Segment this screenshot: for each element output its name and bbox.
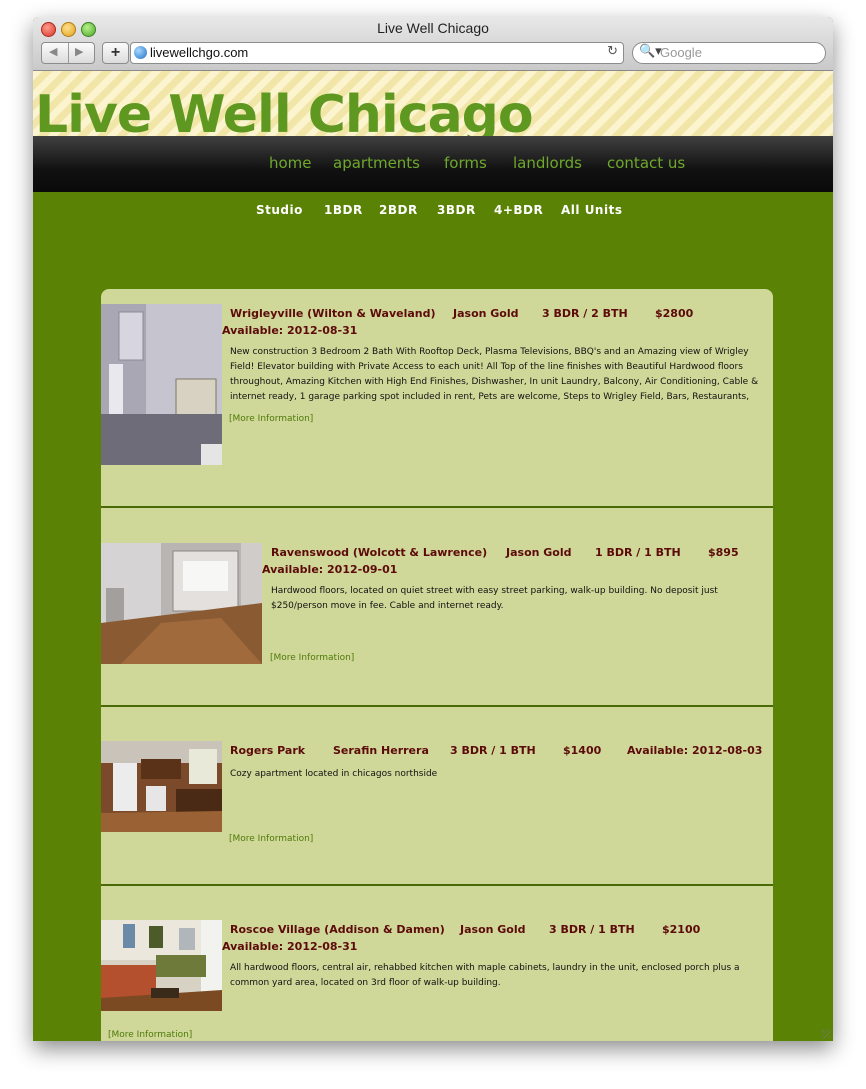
listing-photo[interactable]	[101, 741, 222, 832]
listings-panel: Wrigleyville (Wilton & Waveland) Jason G…	[101, 289, 773, 1041]
add-bookmark-button[interactable]: +	[102, 42, 129, 64]
window-title: Live Well Chicago	[377, 20, 489, 36]
listing-location: Wrigleyville (Wilton & Waveland)	[230, 307, 436, 320]
listing-item: Roscoe Village (Addison & Damen) Jason G…	[101, 886, 773, 1041]
divider	[68, 43, 69, 63]
listing-description: Hardwood floors, located on quiet street…	[271, 586, 718, 611]
listing-item: Rogers Park Serafin Herrera 3 BDR / 1 BT…	[101, 707, 773, 884]
listing-agent: Jason Gold	[460, 923, 526, 936]
more-information-link[interactable]: [More Information]	[229, 834, 313, 844]
more-information-link[interactable]: [More Information]	[270, 653, 354, 663]
browser-toolbar: Live Well Chicago ◀ ▶ + livewellchgo.com…	[33, 17, 833, 71]
listing-photo[interactable]	[101, 304, 222, 465]
listing-item: Wrigleyville (Wilton & Waveland) Jason G…	[101, 289, 773, 507]
listing-available: Available: 2012-08-31	[222, 324, 358, 337]
listing-price: $1400	[563, 744, 602, 757]
search-field[interactable]: 🔍▾ Google	[632, 42, 826, 64]
listing-agent: Jason Gold	[506, 546, 572, 559]
filter-studio-link[interactable]: Studio	[256, 203, 303, 217]
url-text[interactable]: livewellchgo.com	[150, 45, 248, 60]
listing-location: Ravenswood (Wolcott & Lawrence)	[271, 546, 488, 559]
listing-description: All hardwood floors, central air, rehabb…	[230, 963, 740, 988]
history-buttons: ◀ ▶	[41, 42, 95, 64]
search-placeholder: Google	[660, 45, 702, 60]
listing-layout: 3 BDR / 2 BTH	[542, 307, 628, 320]
site-banner: Live Well Chicago	[33, 71, 833, 136]
more-information-link[interactable]: [More Information]	[229, 414, 313, 424]
reload-icon[interactable]: ↻	[607, 44, 618, 59]
more-information-link[interactable]: [More Information]	[108, 1030, 192, 1040]
forward-button[interactable]: ▶	[75, 45, 83, 58]
nav-home-link[interactable]: home	[269, 154, 312, 172]
filter-3bdr-link[interactable]: 3BDR	[437, 203, 476, 217]
listing-layout: 3 BDR / 1 BTH	[549, 923, 635, 936]
listing-layout: 1 BDR / 1 BTH	[595, 546, 681, 559]
listing-available: Available: 2012-08-31	[222, 940, 358, 953]
listing-location: Rogers Park	[230, 744, 306, 757]
listing-layout: 3 BDR / 1 BTH	[450, 744, 536, 757]
listing-description: Cozy apartment located in chicagos north…	[230, 769, 438, 779]
listing-price: $2800	[655, 307, 694, 320]
listing-photo[interactable]	[101, 543, 262, 664]
listing-price: $2100	[662, 923, 701, 936]
listing-price: $895	[708, 546, 739, 559]
listing-item: Ravenswood (Wolcott & Lawrence) Jason Go…	[101, 508, 773, 705]
browser-window: Live Well Chicago ◀ ▶ + livewellchgo.com…	[33, 17, 833, 1041]
filter-2bdr-link[interactable]: 2BDR	[379, 203, 418, 217]
nav-apartments-link[interactable]: apartments	[333, 154, 420, 172]
address-bar[interactable]: livewellchgo.com ↻	[130, 42, 624, 64]
listing-photo[interactable]	[101, 920, 222, 1011]
globe-icon	[134, 46, 147, 59]
listing-available: Available: 2012-09-01	[262, 563, 398, 576]
listing-description: New construction 3 Bedroom 2 Bath With R…	[230, 347, 759, 402]
filter-all-units-link[interactable]: All Units	[561, 203, 622, 217]
listing-agent: Jason Gold	[453, 307, 519, 320]
main-navigation: home apartments forms landlords contact …	[33, 136, 833, 192]
nav-contact-link[interactable]: contact us	[607, 154, 685, 172]
site-title[interactable]: Live Well Chicago	[35, 85, 534, 136]
back-button[interactable]: ◀	[49, 45, 57, 58]
nav-forms-link[interactable]: forms	[444, 154, 487, 172]
search-icon[interactable]: 🔍▾	[639, 44, 662, 59]
resize-grip-icon[interactable]	[821, 1029, 831, 1039]
listing-available: Available: 2012-08-03	[627, 744, 763, 757]
listing-location: Roscoe Village (Addison & Damen)	[230, 923, 445, 936]
nav-landlords-link[interactable]: landlords	[513, 154, 582, 172]
filter-4bdr-link[interactable]: 4+BDR	[494, 203, 543, 217]
filter-1bdr-link[interactable]: 1BDR	[324, 203, 363, 217]
listing-agent: Serafin Herrera	[333, 744, 429, 757]
